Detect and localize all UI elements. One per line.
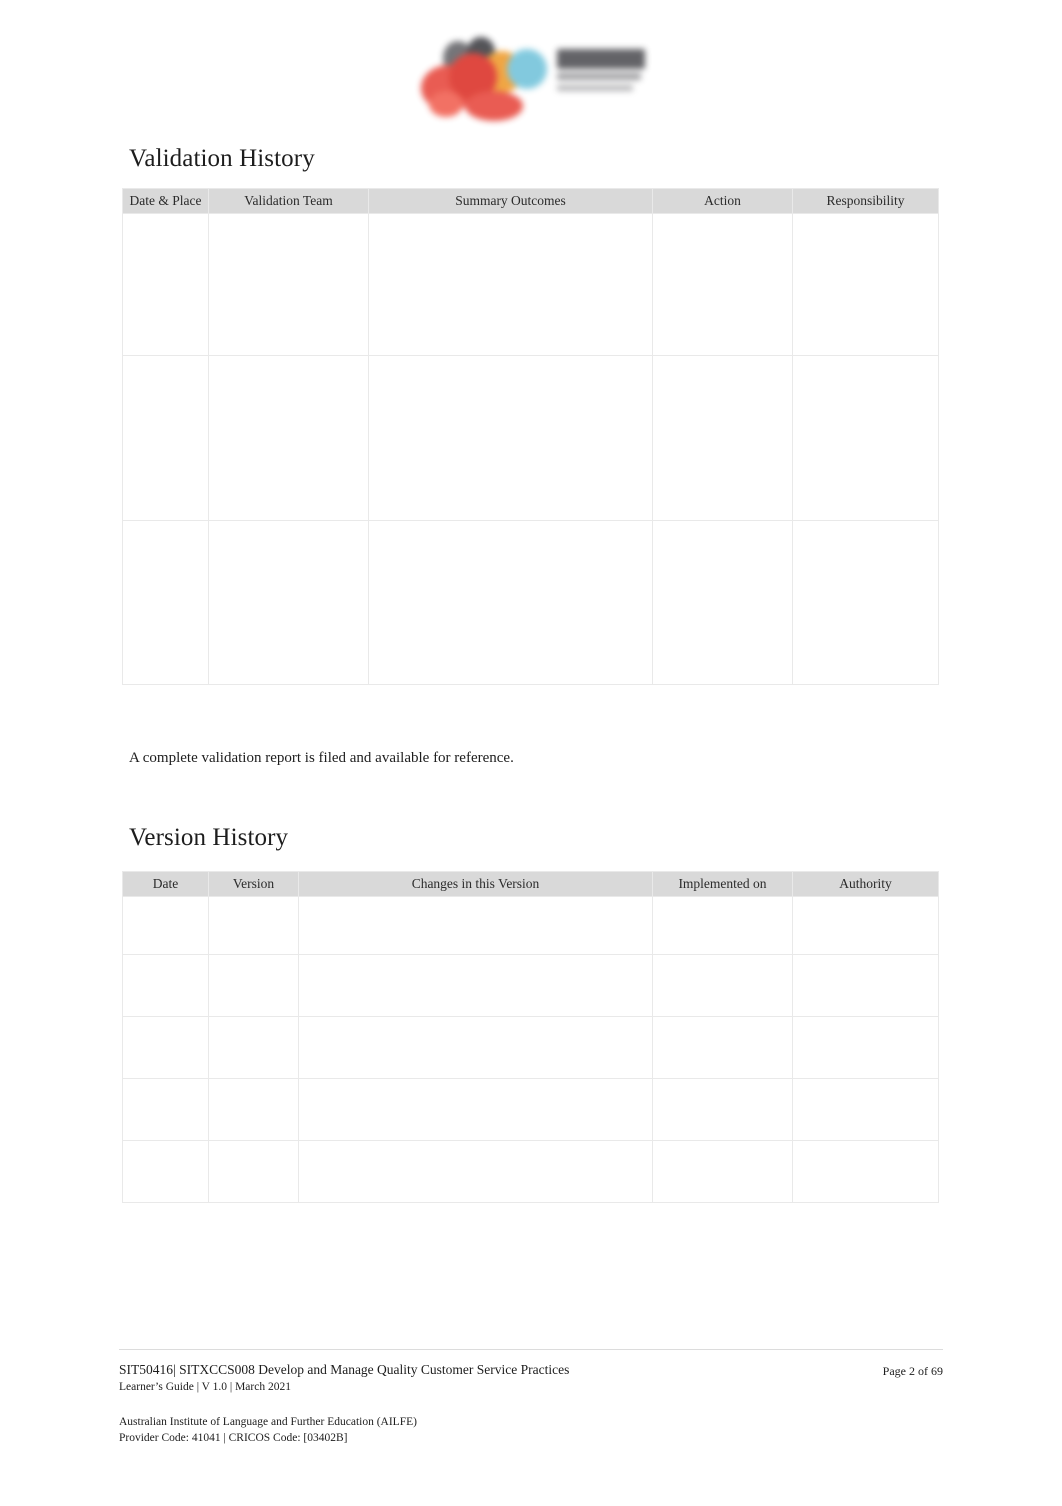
table-cell[interactable] [792, 953, 939, 1017]
document-page: Validation History Date & Place Validatio… [0, 0, 1062, 1506]
table-row [122, 212, 939, 356]
validation-history-heading: Validation History [129, 144, 315, 172]
table-cell[interactable] [368, 354, 653, 521]
table-cell[interactable] [208, 1015, 299, 1079]
footer-course-block: SIT50416| SITXCCS008 Develop and Manage … [119, 1362, 569, 1395]
table-header-row: Date & Place Validation Team Summary Outco… [122, 188, 939, 214]
footer-guide-line: Learner’s Guide | V 1.0 | March 2021 [119, 1380, 291, 1393]
table-row [122, 1015, 939, 1079]
table-cell[interactable] [298, 895, 653, 955]
validation-table-head: Date & Place Validation Team Summary Outco… [122, 188, 939, 214]
table-cell[interactable] [652, 953, 793, 1017]
table-cell[interactable] [298, 1077, 653, 1141]
version-history-heading: Version History [129, 823, 289, 851]
table-cell[interactable] [208, 519, 369, 685]
table-cell[interactable] [652, 895, 793, 955]
table-cell[interactable] [122, 1139, 209, 1203]
table-cell[interactable] [208, 1077, 299, 1141]
table-cell[interactable] [298, 1015, 653, 1079]
version-column-header-0: Date [122, 871, 209, 897]
table-cell[interactable] [122, 1015, 209, 1079]
table-cell[interactable] [792, 1077, 939, 1141]
table-cell[interactable] [122, 212, 209, 356]
table-row [122, 519, 939, 685]
table-cell[interactable] [208, 953, 299, 1017]
table-cell[interactable] [298, 953, 653, 1017]
table-cell[interactable] [368, 212, 653, 356]
institute-logo-icon [415, 35, 647, 121]
footer-organisation-block: Australian Institute of Language and Fur… [119, 1415, 417, 1447]
validation-column-header-0: Date & Place [122, 188, 209, 214]
footer-page-number: Page 2 of 69 [882, 1364, 943, 1378]
footer-org-codes: Provider Code: 41041 | CRICOS Code: [034… [119, 1431, 348, 1444]
table-cell[interactable] [652, 1015, 793, 1079]
footer-course-line: SIT50416| SITXCCS008 Develop and Manage … [119, 1362, 570, 1377]
validation-column-header-2: Summary Outcomes [368, 188, 653, 214]
table-row [122, 1077, 939, 1141]
table-row [122, 1139, 939, 1203]
table-cell[interactable] [208, 1139, 299, 1203]
page-footer: SIT50416| SITXCCS008 Develop and Manage … [119, 1362, 943, 1395]
footer-top-row: SIT50416| SITXCCS008 Develop and Manage … [119, 1362, 943, 1395]
table-cell[interactable] [208, 895, 299, 955]
table-cell[interactable] [652, 1077, 793, 1141]
validation-column-header-4: Responsibility [792, 188, 939, 214]
table-cell[interactable] [792, 1139, 939, 1203]
table-cell[interactable] [652, 1139, 793, 1203]
table-cell[interactable] [652, 519, 793, 685]
version-history-table: Date Version Changes in this Version Implem… [122, 871, 939, 1203]
table-cell[interactable] [792, 895, 939, 955]
version-column-header-2: Changes in this Version [298, 871, 653, 897]
table-cell[interactable] [122, 895, 209, 955]
table-cell[interactable] [368, 519, 653, 685]
table-cell[interactable] [792, 354, 939, 521]
table-header-row: Date Version Changes in this Version Implem… [122, 871, 939, 897]
table-cell[interactable] [792, 1015, 939, 1079]
header-logo-area [0, 32, 1062, 124]
table-cell[interactable] [122, 953, 209, 1017]
version-column-header-4: Authority [792, 871, 939, 897]
table-cell[interactable] [652, 354, 793, 521]
validation-history-table: Date & Place Validation Team Summary Outco… [122, 188, 939, 685]
version-table-body [122, 895, 939, 1203]
table-row [122, 354, 939, 521]
table-cell[interactable] [298, 1139, 653, 1203]
validation-column-header-3: Action [652, 188, 793, 214]
table-cell[interactable] [122, 519, 209, 685]
validation-report-note: A complete validation report is filed an… [129, 750, 514, 766]
table-cell[interactable] [792, 519, 939, 685]
validation-table-body [122, 212, 939, 685]
table-cell[interactable] [208, 354, 369, 521]
table-cell[interactable] [652, 212, 793, 356]
footer-divider [119, 1349, 943, 1350]
footer-org-name: Australian Institute of Language and Fur… [119, 1416, 417, 1428]
table-row [122, 895, 939, 955]
version-column-header-1: Version [208, 871, 299, 897]
table-cell[interactable] [792, 212, 939, 356]
table-cell[interactable] [122, 1077, 209, 1141]
table-cell[interactable] [208, 212, 369, 356]
table-cell[interactable] [122, 354, 209, 521]
version-column-header-3: Implemented on [652, 871, 793, 897]
version-table-head: Date Version Changes in this Version Implem… [122, 871, 939, 897]
table-row [122, 953, 939, 1017]
validation-column-header-1: Validation Team [208, 188, 369, 214]
